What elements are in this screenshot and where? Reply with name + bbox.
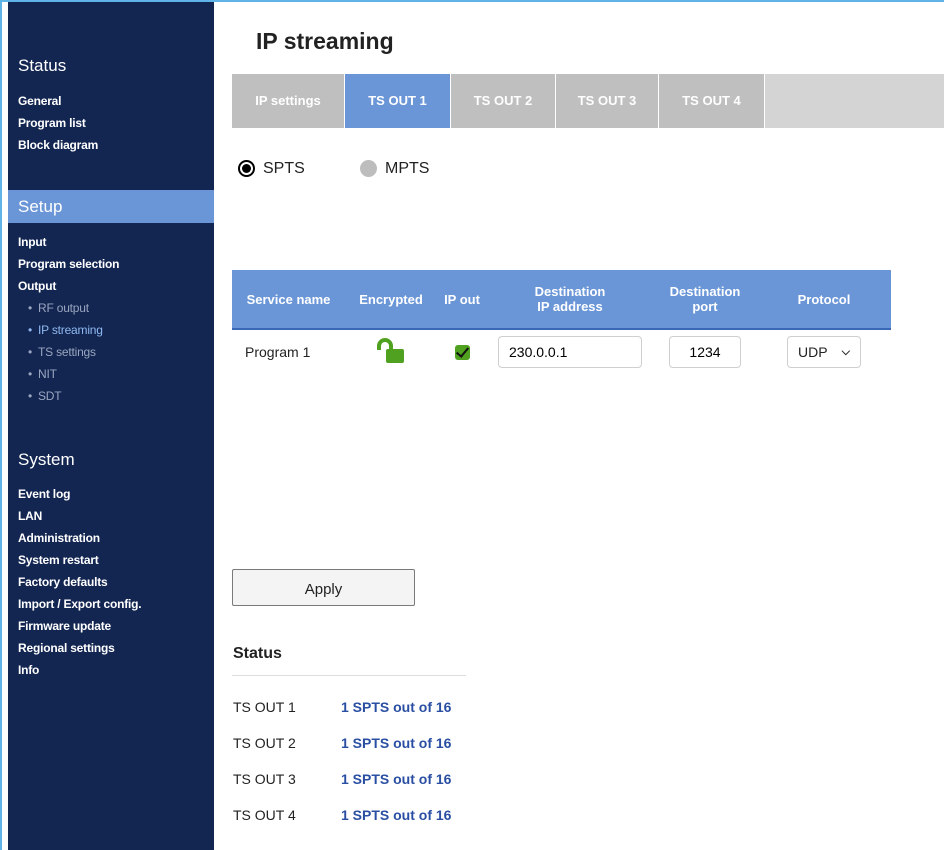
page-title: IP streaming: [256, 28, 394, 54]
header-service-name: Service name: [232, 270, 345, 329]
radio-mpts[interactable]: MPTS: [360, 160, 429, 178]
bullet-icon: •: [28, 389, 33, 403]
sidebar-item-import-export-config[interactable]: Import / Export config.: [18, 593, 142, 615]
status-row-label: TS OUT 4: [233, 807, 296, 823]
header-destination-port: Destination port: [653, 270, 757, 329]
sidebar-subitem-label: RF output: [38, 301, 89, 315]
status-row-label: TS OUT 1: [233, 699, 296, 715]
sidebar-subitem-rf-output[interactable]: • RF output: [18, 297, 119, 319]
sidebar-subitem-ts-settings[interactable]: • TS settings: [18, 341, 119, 363]
header-destination-port-line1: Destination: [669, 284, 741, 299]
status-row-label: TS OUT 2: [233, 735, 296, 751]
status-row-value: 1 SPTS out of 16: [341, 771, 452, 787]
sidebar-subitem-sdt[interactable]: • SDT: [18, 385, 119, 407]
tab-ts-out-2[interactable]: TS OUT 2: [451, 74, 556, 128]
sidebar-item-lan[interactable]: LAN: [18, 505, 141, 527]
sidebar-item-administration[interactable]: Administration: [18, 527, 141, 549]
chevron-down-icon: ⌵: [841, 346, 850, 358]
header-destination-port-line2: port: [692, 299, 718, 314]
cell-encrypted: [345, 328, 437, 374]
sidebar-item-program-selection[interactable]: Program selection: [18, 253, 120, 275]
bullet-icon: •: [28, 323, 33, 337]
cell-destination-port: [653, 328, 757, 374]
sidebar-heading-status: Status: [18, 56, 67, 75]
header-ip-out: IP out: [437, 270, 487, 329]
header-protocol: Protocol: [757, 270, 891, 329]
sidebar-setup-list: Input Program selection Output • RF outpu…: [18, 231, 120, 407]
sidebar-item-program-list[interactable]: Program list: [18, 112, 98, 134]
sidebar-status-list: General Program list Block diagram: [18, 90, 98, 156]
sidebar-item-general[interactable]: General: [18, 90, 98, 112]
sidebar-system-list: Event log LAN Administration System rest…: [18, 483, 142, 681]
cell-ip-out[interactable]: [437, 328, 487, 374]
status-row: TS OUT 2 1 SPTS out of 16: [233, 735, 451, 751]
bullet-icon: •: [28, 367, 33, 381]
radio-spts-label: SPTS: [263, 160, 305, 177]
bullet-icon: •: [28, 345, 33, 359]
apply-button[interactable]: Apply: [232, 569, 415, 606]
sidebar-subitem-label: SDT: [38, 389, 62, 403]
status-row: TS OUT 3 1 SPTS out of 16: [233, 771, 451, 787]
bullet-icon: •: [28, 301, 33, 315]
header-destination-ip-line1: Destination: [534, 284, 606, 299]
header-encrypted: Encrypted: [345, 270, 437, 329]
cell-protocol: UDP ⌵: [757, 328, 891, 374]
destination-ip-input[interactable]: [498, 336, 642, 368]
tab-ip-settings[interactable]: IP settings: [232, 74, 345, 128]
sidebar-item-output[interactable]: Output: [18, 275, 119, 297]
radio-spts[interactable]: SPTS: [238, 160, 305, 178]
status-row: TS OUT 4 1 SPTS out of 16: [233, 807, 451, 823]
sidebar-subitem-nit[interactable]: • NIT: [18, 363, 119, 385]
radio-selected-icon[interactable]: [238, 160, 255, 178]
header-destination-ip: Destination IP address: [487, 270, 653, 329]
cell-destination-ip: [487, 328, 653, 374]
sidebar-heading-setup: Setup: [8, 190, 214, 223]
table-header-row: Service name Encrypted IP out Destinatio…: [232, 270, 891, 329]
status-row-value: 1 SPTS out of 16: [341, 699, 452, 715]
sidebar-item-event-log[interactable]: Event log: [18, 483, 141, 505]
left-border: [0, 0, 2, 850]
status-row-label: TS OUT 3: [233, 771, 296, 787]
sidebar-item-info[interactable]: Info: [18, 659, 141, 681]
unlocked-padlock-icon: [377, 337, 404, 363]
sidebar-item-firmware-update[interactable]: Firmware update: [18, 615, 141, 637]
sidebar-subitem-ip-streaming[interactable]: • IP streaming: [18, 319, 119, 341]
status-title: Status: [233, 645, 282, 662]
sidebar-item-input[interactable]: Input: [18, 231, 119, 253]
status-divider: [232, 675, 466, 676]
sidebar: Status General Program list Block diagra…: [8, 2, 214, 850]
protocol-select[interactable]: UDP ⌵: [787, 336, 861, 368]
status-row-value: 1 SPTS out of 16: [341, 807, 452, 823]
sidebar-item-block-diagram[interactable]: Block diagram: [18, 134, 98, 156]
destination-port-input[interactable]: [669, 336, 741, 368]
sidebar-subitem-label: IP streaming: [38, 323, 103, 337]
ip-out-checkbox[interactable]: [454, 345, 470, 361]
status-row-value: 1 SPTS out of 16: [341, 735, 452, 751]
radio-mpts-label: MPTS: [385, 160, 430, 177]
tab-ts-out-3[interactable]: TS OUT 3: [556, 74, 659, 128]
tab-bar: IP settings TS OUT 1 TS OUT 2 TS OUT 3 T…: [232, 74, 944, 128]
sidebar-subitem-label: TS settings: [38, 345, 96, 359]
header-destination-ip-line2: IP address: [537, 299, 603, 314]
tab-ts-out-4[interactable]: TS OUT 4: [659, 74, 765, 128]
sidebar-item-regional-settings[interactable]: Regional settings: [18, 637, 141, 659]
sidebar-heading-system: System: [18, 450, 75, 469]
tab-ts-out-1[interactable]: TS OUT 1: [345, 74, 451, 128]
status-row: TS OUT 1 1 SPTS out of 16: [233, 699, 451, 715]
protocol-value: UDP: [798, 344, 828, 360]
sidebar-item-system-restart[interactable]: System restart: [18, 549, 141, 571]
table-row: Program 1 UDP ⌵: [232, 328, 891, 374]
sidebar-item-factory-defaults[interactable]: Factory defaults: [18, 571, 141, 593]
cell-service-name: Program 1: [232, 328, 345, 374]
sidebar-subitem-label: NIT: [38, 367, 57, 381]
service-table: Service name Encrypted IP out Destinatio…: [232, 270, 891, 374]
radio-unselected-icon[interactable]: [360, 160, 377, 178]
